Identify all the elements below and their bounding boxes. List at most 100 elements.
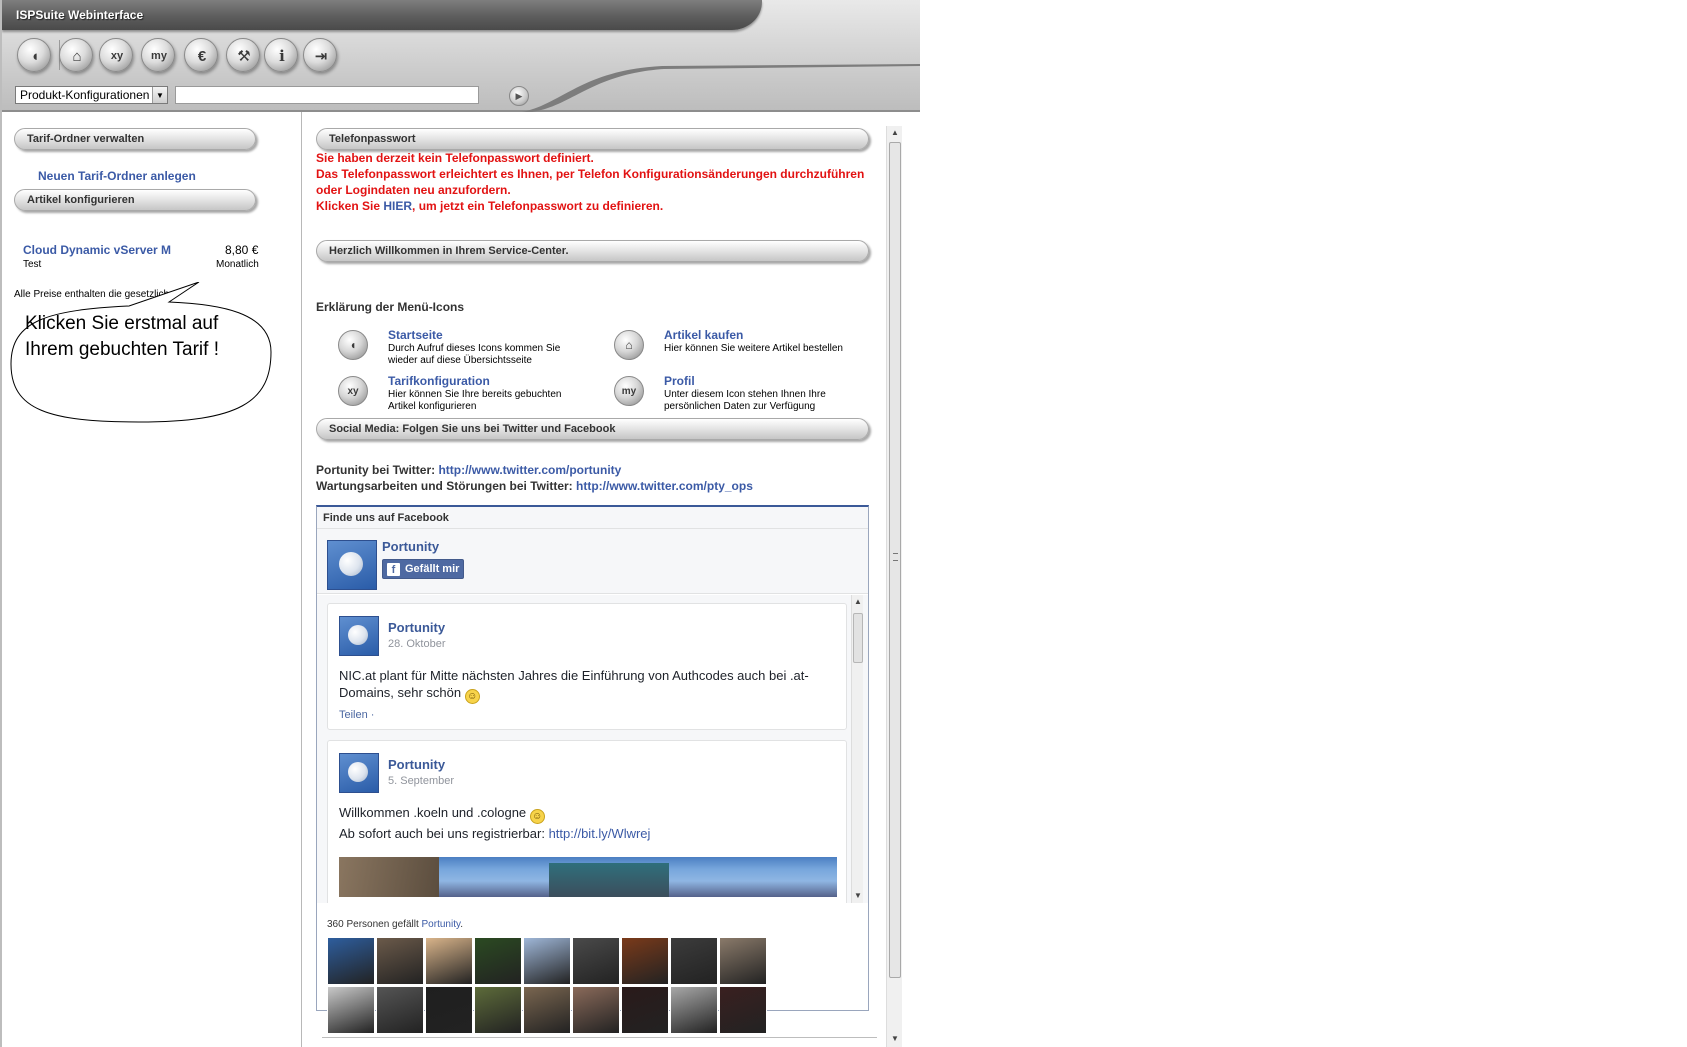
phone-password-line2: Das Telefonpasswort erleichtert es Ihnen… (316, 167, 865, 197)
xy-config-icon: xy (110, 50, 124, 62)
menu-icons-title: Erklärung der Menü-Icons (316, 300, 465, 314)
tariff-folders-header: Tarif-Ordner verwalten (14, 128, 256, 150)
tools-button[interactable]: ⚒ (226, 38, 260, 72)
post-image[interactable] (339, 857, 837, 897)
home-icon: ◖ (338, 330, 368, 360)
fan-avatar[interactable] (523, 986, 571, 1034)
post-text: Willkommen .koeln und .cologne ☺ (339, 804, 809, 824)
fan-avatar[interactable] (523, 937, 571, 985)
facebook-fans-count: 360 Personen gefällt Portunity. (327, 919, 464, 930)
fan-avatar[interactable] (425, 986, 473, 1034)
menu-item-tarifkonfiguration[interactable]: xy Tarifkonfiguration Hier können Sie Ih… (316, 374, 576, 414)
profile-button[interactable]: my (141, 38, 175, 72)
main-inner: Telefonpasswort Sie haben derzeit kein T… (316, 112, 886, 1047)
fan-avatar[interactable] (670, 937, 718, 985)
post-author[interactable]: Portunity (388, 620, 445, 635)
facebook-widget: Finde uns auf Facebook Portunity f Gefäll… (316, 505, 869, 1034)
chevron-down-icon[interactable]: ▼ (152, 87, 167, 103)
fan-avatar[interactable] (621, 986, 669, 1034)
twitter-ops-link[interactable]: http://www.twitter.com/pty_ops (576, 479, 753, 493)
facebook-feed-scrollbar[interactable]: ▲ ▼ (851, 595, 863, 903)
header: ISPSuite Webinterface ◖ ⌂ xy my € ⚒ i ⇥ … (2, 0, 920, 112)
portunity-logo[interactable] (339, 753, 379, 793)
cart-icon: ⌂ (72, 47, 82, 65)
fan-avatar[interactable] (425, 937, 473, 985)
callout-text: Klicken Sie erstmal auf Ihrem gebuchten … (25, 313, 219, 360)
phone-password-notice: Sie haben derzeit kein Telefonpasswort d… (316, 150, 876, 214)
title-bar: ISPSuite Webinterface (2, 0, 762, 30)
post-share-link[interactable]: Teilen · (339, 709, 374, 721)
cart-icon: ⌂ (614, 330, 644, 360)
product-select[interactable]: Produkt-Konfigurationen ▼ (15, 86, 168, 104)
fan-avatar[interactable] (572, 986, 620, 1034)
tariff-config-button[interactable]: xy (99, 38, 133, 72)
facebook-page-name[interactable]: Portunity (382, 539, 439, 554)
article-name[interactable]: Cloud Dynamic vServer M (23, 243, 171, 257)
logout-icon: ⇥ (314, 48, 328, 65)
menu-item-title[interactable]: Profil (664, 374, 695, 388)
facebook-page-link[interactable]: Portunity (422, 919, 461, 930)
scroll-up-icon[interactable]: ▲ (850, 595, 866, 609)
fan-avatar[interactable] (474, 986, 522, 1034)
menu-item-profil[interactable]: my Profil Unter diesem Icon stehen Ihnen… (592, 374, 852, 414)
arrow-right-icon: ▶ (515, 90, 523, 101)
browser-app: ISPSuite Webinterface ◖ ⌂ xy my € ⚒ i ⇥ … (0, 0, 920, 1047)
main-content: Telefonpasswort Sie haben derzeit kein T… (302, 112, 920, 1047)
scrollbar-grip (893, 553, 898, 561)
fan-avatar[interactable] (376, 937, 424, 985)
twitter-link[interactable]: http://www.twitter.com/portunity (438, 463, 621, 477)
search-input[interactable] (175, 86, 479, 104)
menu-item-startseite[interactable]: ◖ Startseite Durch Aufruf dieses Icons k… (316, 328, 576, 368)
phone-password-line3: Klicken Sie HIER, um jetzt ein Telefonpa… (316, 199, 664, 213)
article-subtitle: Test (23, 259, 42, 270)
smiley-icon: ☺ (464, 689, 480, 704)
new-tariff-folder-link[interactable]: Neuen Tarif-Ordner anlegen (38, 169, 196, 183)
info-button[interactable]: i (264, 38, 298, 72)
xy-config-icon: xy (338, 376, 368, 406)
menu-item-title[interactable]: Startseite (388, 328, 443, 342)
fan-avatar[interactable] (719, 937, 767, 985)
social-links: Portunity bei Twitter: http://www.twitte… (316, 463, 753, 493)
scrollbar-thumb[interactable] (853, 613, 863, 663)
fan-avatar[interactable] (572, 937, 620, 985)
sidebar: Tarif-Ordner verwalten Neuen Tarif-Ordne… (2, 112, 302, 1047)
scrollbar-thumb[interactable] (889, 142, 901, 978)
tools-icon: ⚒ (237, 48, 251, 65)
fan-avatar[interactable] (327, 937, 375, 985)
menu-item-title[interactable]: Tarifkonfiguration (388, 374, 490, 388)
scroll-down-icon[interactable]: ▼ (887, 1032, 903, 1046)
social-media-header: Social Media: Folgen Sie uns bei Twitter… (316, 418, 869, 440)
welcome-header: Herzlich Willkommen in Ihrem Service-Cen… (316, 240, 869, 262)
portunity-logo[interactable] (339, 616, 379, 656)
post-author[interactable]: Portunity (388, 757, 445, 772)
invoice-icon: € (197, 47, 207, 65)
post-date[interactable]: 5. September (388, 775, 454, 787)
search-go-button[interactable]: ▶ (509, 86, 529, 106)
my-profile-icon: my (614, 376, 644, 406)
logout-button[interactable]: ⇥ (303, 38, 337, 72)
scroll-down-icon[interactable]: ▼ (850, 889, 866, 903)
menu-item-artikel-kaufen[interactable]: ⌂ Artikel kaufen Hier können Sie weitere… (592, 328, 852, 368)
fan-avatar[interactable] (670, 986, 718, 1034)
info-icon: i (279, 47, 285, 65)
fan-avatar[interactable] (327, 986, 375, 1034)
facebook-like-button[interactable]: f Gefällt mir (382, 559, 464, 579)
portunity-logo[interactable] (327, 540, 377, 590)
fan-avatar[interactable] (621, 937, 669, 985)
define-phone-password-link[interactable]: HIER (383, 199, 412, 213)
cart-button[interactable]: ⌂ (59, 38, 93, 72)
home-button[interactable]: ◖ (17, 38, 51, 72)
post-date[interactable]: 28. Oktober (388, 638, 445, 650)
menu-item-desc: Hier können Sie weitere Artikel bestelle… (664, 343, 843, 354)
menu-item-desc: Hier können Sie Ihre bereits gebuchten A… (388, 389, 562, 412)
phone-password-line1: Sie haben derzeit kein Telefonpasswort d… (316, 151, 594, 165)
fan-avatar[interactable] (719, 986, 767, 1034)
main-scrollbar[interactable]: ▲ ▼ (886, 126, 902, 1047)
post-link[interactable]: http://bit.ly/Wlwrej (549, 826, 651, 841)
menu-item-title[interactable]: Artikel kaufen (664, 328, 743, 342)
fan-avatar[interactable] (376, 986, 424, 1034)
facebook-post: Portunity 5. September Willkommen .koeln… (327, 740, 847, 903)
invoice-button[interactable]: € (184, 38, 218, 72)
fan-avatar[interactable] (474, 937, 522, 985)
scroll-up-icon[interactable]: ▲ (887, 126, 903, 140)
